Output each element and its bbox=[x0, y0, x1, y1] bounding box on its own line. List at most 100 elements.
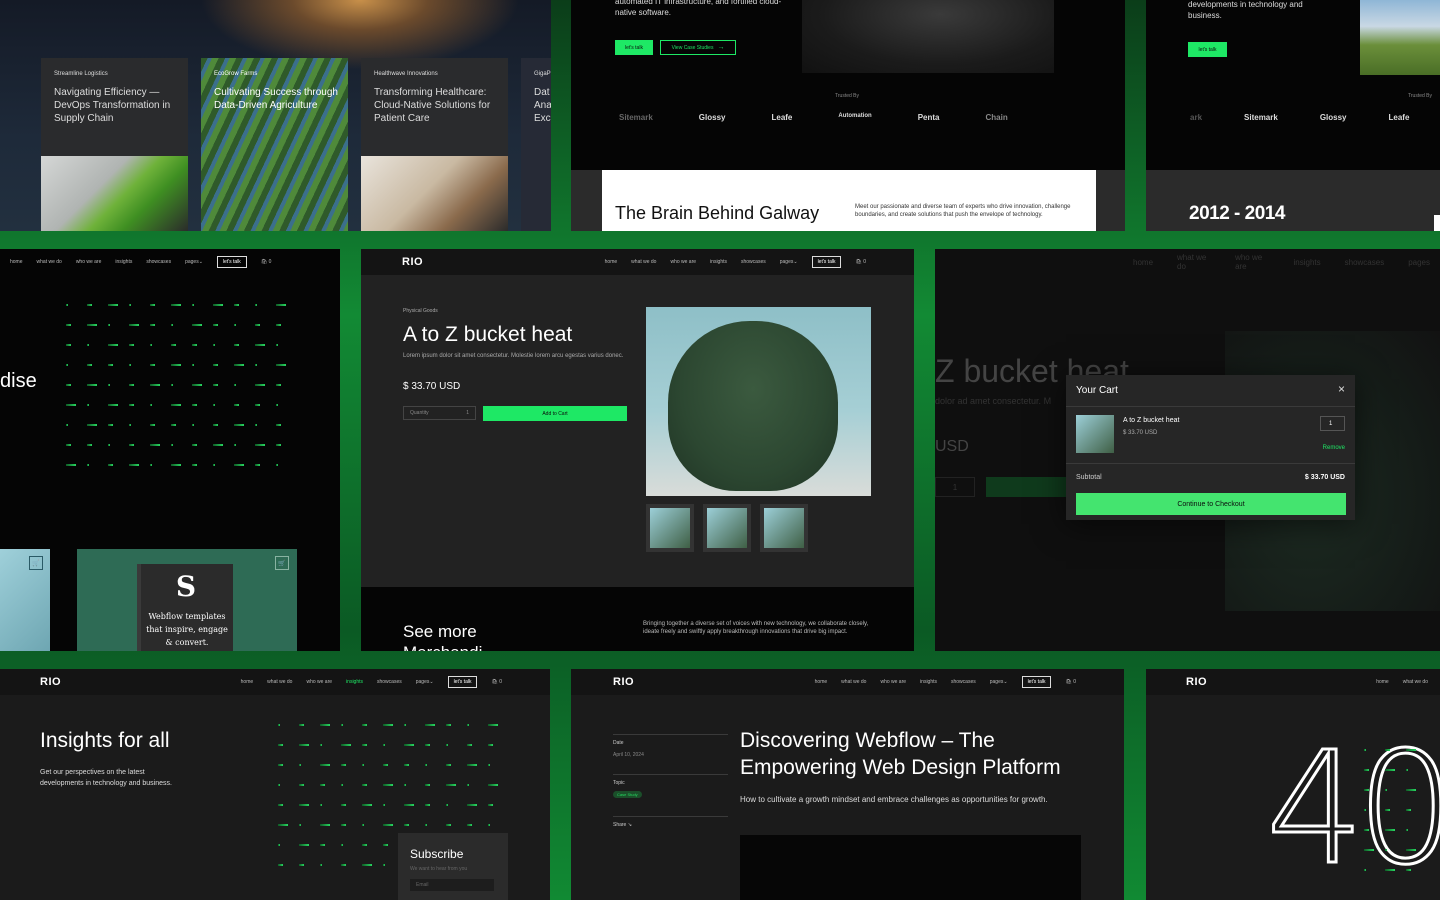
top-nav: RIO home what we do who we are insights … bbox=[0, 669, 550, 695]
nav-who-we-are[interactable]: who we are bbox=[306, 679, 332, 685]
share-button[interactable]: Share ↘ bbox=[613, 822, 632, 828]
thumbnail[interactable] bbox=[703, 504, 751, 552]
pattern-dash bbox=[1364, 829, 1369, 831]
nav-who-we-are[interactable]: who we are bbox=[76, 259, 102, 265]
nav-pages-label: pages bbox=[415, 679, 430, 685]
checkout-button[interactable]: Continue to Checkout bbox=[1076, 493, 1346, 515]
stats-panel: RIO home what we do 40 bbox=[1146, 669, 1440, 900]
pattern-dash bbox=[213, 324, 218, 326]
rio-logo[interactable]: RIO bbox=[40, 676, 61, 688]
quantity-label: Quantity bbox=[410, 410, 429, 416]
team-text: Meet our passionate and diverse team of … bbox=[855, 204, 1071, 218]
pattern-dash bbox=[467, 764, 477, 766]
pattern-dash bbox=[234, 364, 244, 366]
rio-logo[interactable]: RIO bbox=[613, 676, 634, 688]
nav-what-we-do[interactable]: what we do bbox=[841, 679, 866, 685]
topic-badge[interactable]: Case Study bbox=[613, 791, 642, 798]
thumbnail-image bbox=[707, 508, 747, 548]
case-card[interactable]: Healthwave Innovations Transforming Heal… bbox=[361, 58, 508, 231]
view-case-studies-button[interactable]: View Case Studies → bbox=[660, 40, 736, 55]
pattern-dash bbox=[276, 404, 278, 406]
nav-what-we-do[interactable]: what we do bbox=[1177, 253, 1211, 271]
cart-qty-input[interactable]: 1 bbox=[1320, 416, 1345, 431]
product-thumb[interactable]: 🛒 bbox=[0, 549, 50, 651]
nav-lets-talk-button[interactable]: let's talk bbox=[811, 256, 842, 268]
nav-who-we-are[interactable]: who we are bbox=[1235, 253, 1269, 271]
cart-icon[interactable]: 🛍 0 bbox=[855, 259, 866, 265]
top-nav: RIO home what we do who we are insights … bbox=[571, 669, 1124, 695]
nav-home[interactable]: home bbox=[605, 259, 618, 265]
pattern-dash bbox=[1385, 809, 1390, 811]
nav-insights[interactable]: insights bbox=[920, 679, 937, 685]
cart-add-icon[interactable]: 🛒 bbox=[29, 556, 43, 570]
case-card[interactable]: Streamline Logistics Navigating Efficien… bbox=[41, 58, 188, 231]
email-field[interactable]: Email bbox=[410, 879, 494, 891]
close-icon[interactable]: × bbox=[1338, 382, 1345, 396]
nav-pages[interactable]: pages⌄ bbox=[416, 679, 434, 685]
case-card[interactable]: EcoGrow Farms Cultivating Success throug… bbox=[201, 58, 348, 231]
nav-pages[interactable]: pages bbox=[1408, 258, 1430, 267]
case-card[interactable]: GigaP Dat Ana Exc bbox=[521, 58, 551, 231]
remove-link[interactable]: Remove bbox=[1323, 445, 1345, 451]
nav-insights[interactable]: insights bbox=[710, 259, 727, 265]
pattern-dash bbox=[425, 724, 435, 726]
trusted-logos: ark Sitemark Glossy Leafe bbox=[1190, 113, 1409, 122]
pattern-dash bbox=[299, 804, 309, 806]
nav-home[interactable]: home bbox=[241, 679, 254, 685]
rio-logo[interactable]: RIO bbox=[1186, 676, 1207, 688]
thumbnail[interactable] bbox=[760, 504, 808, 552]
pattern-dash bbox=[467, 744, 472, 746]
cart-icon[interactable]: 🛍 0 bbox=[261, 259, 272, 265]
pattern-dash bbox=[299, 764, 301, 766]
pattern-dash bbox=[129, 384, 134, 386]
nav-lets-talk-button[interactable]: let's talk bbox=[1021, 676, 1052, 688]
nav-insights[interactable]: insights bbox=[1294, 258, 1321, 267]
add-to-cart-button[interactable]: Add to Cart bbox=[483, 406, 627, 421]
pattern-dash bbox=[108, 384, 110, 386]
cart-add-icon[interactable]: 🛒 bbox=[275, 556, 289, 570]
nav-lets-talk-button[interactable]: let's talk bbox=[447, 676, 478, 688]
pattern-dash bbox=[1406, 829, 1408, 831]
nav-showcases[interactable]: showcases bbox=[951, 679, 976, 685]
nav-home[interactable]: home bbox=[10, 259, 23, 265]
nav-home[interactable]: home bbox=[1133, 258, 1153, 267]
cart-icon[interactable]: 🛍 0 bbox=[491, 679, 502, 685]
nav-what-we-do[interactable]: what we do bbox=[1403, 679, 1428, 685]
nav-pages[interactable]: pages⌄ bbox=[990, 679, 1008, 685]
nav-what-we-do[interactable]: what we do bbox=[631, 259, 656, 265]
nav-showcases[interactable]: showcases bbox=[377, 679, 402, 685]
quantity-stepper[interactable]: Quantity 1 bbox=[403, 406, 476, 420]
pattern-dash bbox=[1406, 809, 1411, 811]
nav-what-we-do[interactable]: what we do bbox=[267, 679, 292, 685]
pattern-dash bbox=[278, 724, 280, 726]
product-category: Physical Goods bbox=[403, 308, 438, 314]
pattern-dash bbox=[341, 804, 346, 806]
pattern-dash bbox=[276, 384, 281, 386]
nav-showcases[interactable]: showcases bbox=[741, 259, 766, 265]
nav-home[interactable]: home bbox=[1376, 679, 1389, 685]
case-client: GigaP bbox=[534, 71, 551, 77]
nav-home[interactable]: home bbox=[815, 679, 828, 685]
pattern-dash bbox=[467, 724, 469, 726]
nav-insights[interactable]: insights bbox=[346, 679, 363, 685]
pattern-dash bbox=[171, 324, 173, 326]
product-thumb[interactable]: 🛒 S Webflow templates that inspire, enga… bbox=[77, 549, 297, 651]
lets-talk-button[interactable]: let's talk bbox=[1188, 42, 1227, 57]
cart-item-name: A to Z bucket heat bbox=[1123, 417, 1180, 424]
nav-showcases[interactable]: showcases bbox=[146, 259, 171, 265]
nav-pages[interactable]: pages⌄ bbox=[780, 259, 798, 265]
rio-logo[interactable]: RIO bbox=[402, 256, 423, 268]
nav-what-we-do[interactable]: what we do bbox=[37, 259, 62, 265]
cart-title: Your Cart bbox=[1076, 385, 1118, 396]
nav-who-we-are[interactable]: who we are bbox=[880, 679, 906, 685]
cart-icon[interactable]: 🛍 0 bbox=[1065, 679, 1076, 685]
pattern-dash bbox=[383, 804, 385, 806]
nav-insights[interactable]: insights bbox=[115, 259, 132, 265]
lets-talk-button[interactable]: let's talk bbox=[615, 40, 653, 55]
thumbnail[interactable] bbox=[646, 504, 694, 552]
nav-pages[interactable]: pages⌄ bbox=[185, 259, 203, 265]
blog-subtitle: How to cultivate a growth mindset and em… bbox=[740, 795, 1048, 804]
nav-who-we-are[interactable]: who we are bbox=[670, 259, 696, 265]
nav-showcases[interactable]: showcases bbox=[1345, 258, 1385, 267]
nav-lets-talk-button[interactable]: let's talk bbox=[216, 256, 247, 268]
